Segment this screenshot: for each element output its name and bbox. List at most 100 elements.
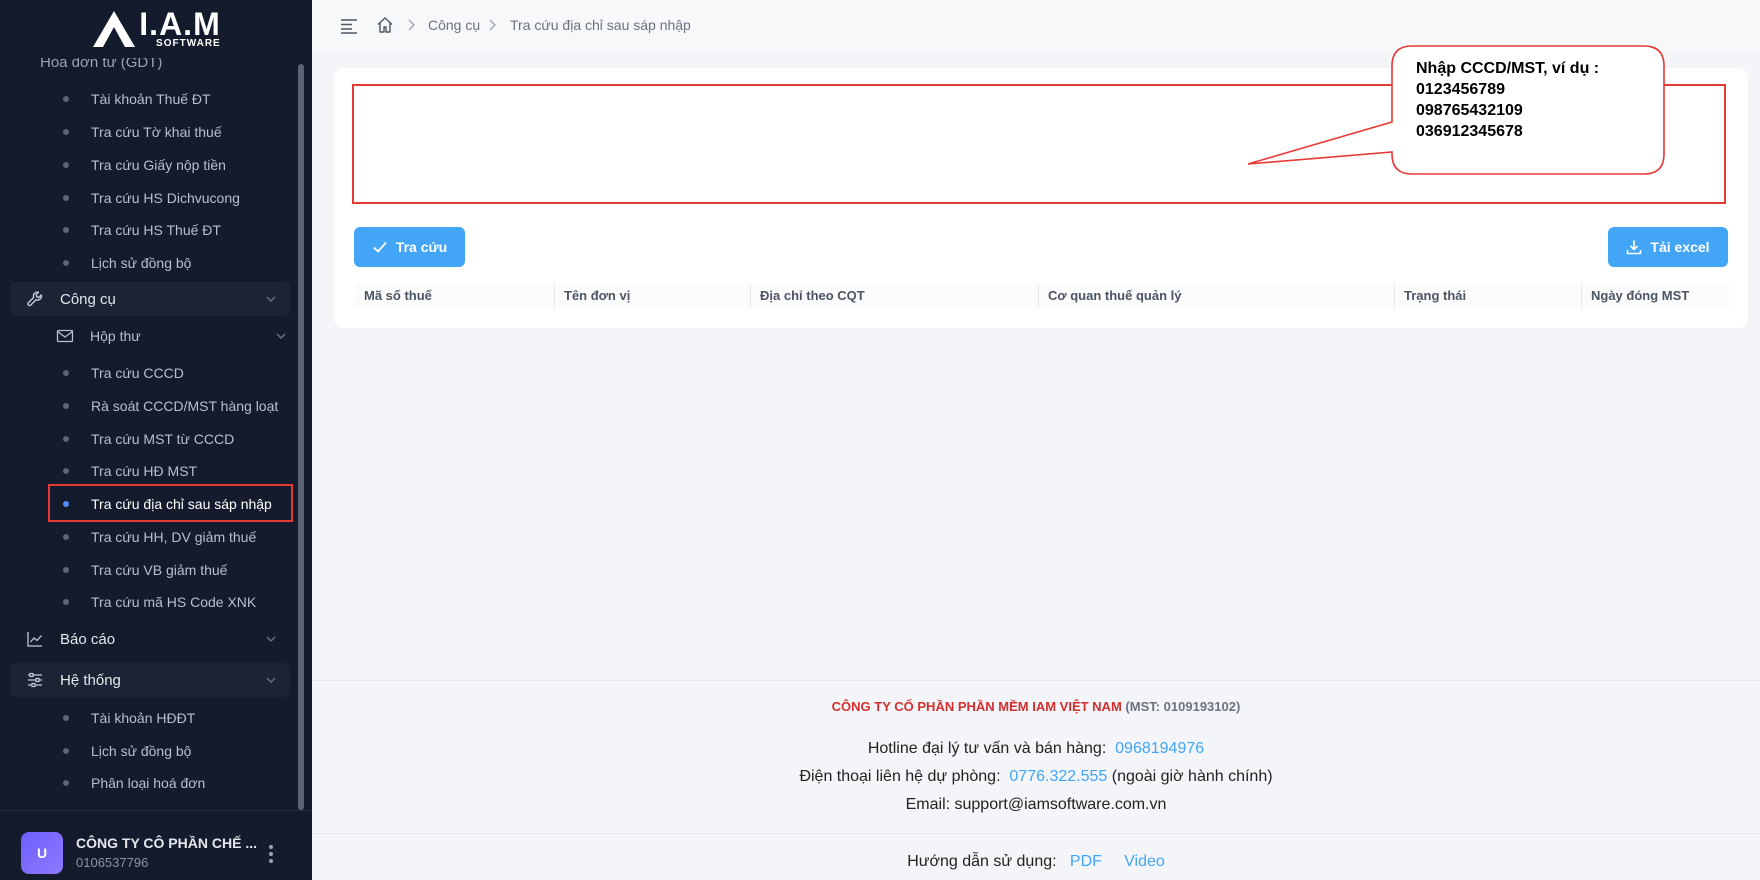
chevron-down-icon: [266, 636, 276, 642]
sidebar-item-mst-tu-cccd[interactable]: Tra cứu MST từ CCCD: [0, 424, 300, 454]
guide-label: Hướng dẫn sử dụng:: [907, 853, 1057, 870]
sidebar-group-he-thong[interactable]: Hệ thống: [10, 663, 290, 697]
footer-divider: [312, 833, 1760, 834]
sidebar-item-hs-dichvucong[interactable]: Tra cứu HS Dichvucong: [0, 183, 300, 213]
sidebar-item-hs-thue-dt[interactable]: Tra cứu HS Thuế ĐT: [0, 215, 300, 245]
mail-icon: [56, 329, 74, 343]
sidebar-scrollbar[interactable]: [298, 64, 304, 810]
column-header[interactable]: Cơ quan thuế quản lý: [1039, 283, 1395, 307]
bullet-icon: [63, 403, 69, 409]
backup-phone-link[interactable]: 0776.322.555: [1009, 768, 1107, 785]
sidebar-item-label: Rà soát CCCD/MST hàng loạt: [91, 398, 279, 414]
footer-backup-phone: Điện thoại liên hệ dự phòng: 0776.322.55…: [312, 768, 1760, 786]
sidebar-item-ra-soat-cccd-mst[interactable]: Rà soát CCCD/MST hàng loạt: [0, 391, 300, 421]
download-icon: [1627, 240, 1642, 255]
callout-line: Nhập CCCD/MST, ví dụ :: [1416, 60, 1600, 77]
check-icon: [373, 241, 387, 253]
callout-text: Nhập CCCD/MST, ví dụ : 0123456789 098765…: [1416, 58, 1599, 142]
column-header[interactable]: Địa chỉ theo CQT: [751, 283, 1039, 307]
chevron-right-icon: [408, 19, 415, 31]
sidebar-subgroup-hop-thu[interactable]: Hộp thư: [56, 321, 290, 351]
bullet-icon: [63, 96, 69, 102]
sidebar-item-label: Tra cứu MST từ CCCD: [91, 431, 235, 447]
download-excel-label: Tải excel: [1650, 239, 1710, 255]
hotline-link[interactable]: 0968194976: [1115, 740, 1204, 757]
sidebar-group-label: Công cụ: [60, 290, 116, 308]
sidebar-item-label: Tra cứu mã HS Code XNK: [91, 594, 257, 610]
wrench-icon: [27, 291, 43, 307]
company-name: CÔNG TY CỔ PHẦN PHẦN MỀM IAM VIỆT NAM: [831, 699, 1122, 714]
logo-subtext: SOFTWARE: [156, 37, 221, 49]
column-header[interactable]: Mã số thuế: [355, 283, 555, 307]
sidebar-item-hs-code-xnk[interactable]: Tra cứu mã HS Code XNK: [0, 587, 300, 617]
sliders-icon: [28, 672, 42, 688]
bullet-icon: [63, 227, 69, 233]
sidebar-item-label: Tra cứu Giấy nộp tiền: [91, 157, 226, 173]
bullet-icon: [63, 599, 69, 605]
sidebar-group-cong-cu[interactable]: Công cụ: [10, 282, 290, 316]
bullet-icon: [63, 260, 69, 266]
sidebar-item-lich-su-dong-bo-2[interactable]: Lịch sử đồng bộ: [0, 736, 300, 766]
callout-line: 0123456789: [1416, 81, 1505, 98]
chevron-down-icon: [276, 333, 286, 339]
home-icon[interactable]: [376, 16, 394, 34]
bullet-icon: [63, 370, 69, 376]
sidebar-group-label: Báo cáo: [60, 630, 116, 648]
logo-mark-icon: [93, 11, 136, 47]
column-header[interactable]: Tên đơn vị: [555, 283, 751, 307]
search-button[interactable]: Tra cứu: [354, 227, 465, 267]
top-header: Công cụ Tra cứu địa chỉ sau sáp nhập: [312, 0, 1760, 52]
bullet-icon: [63, 468, 69, 474]
more-vertical-icon[interactable]: [262, 843, 280, 865]
bullet-icon: [63, 567, 69, 573]
sidebar-item-tai-khoan-hddt[interactable]: Tài khoản HĐĐT: [0, 703, 300, 733]
chevron-down-icon: [266, 296, 276, 302]
sidebar-subgroup-label: Hộp thư: [90, 328, 141, 344]
menu-toggle-icon[interactable]: [340, 18, 358, 34]
sidebar-item-label: Lịch sử đồng bộ: [91, 743, 192, 759]
guide-video-link[interactable]: Video: [1124, 853, 1165, 870]
sidebar-item-hh-dv-giam-thue[interactable]: Tra cứu HH, DV giảm thuế: [0, 522, 300, 552]
guide-pdf-link[interactable]: PDF: [1070, 853, 1102, 870]
sidebar-item-label: Tra cứu HĐ MST: [91, 463, 198, 479]
chevron-right-icon: [489, 19, 496, 31]
user-profile[interactable]: U CÔNG TY CÔ PHẦN CHẾ ... 0106537796: [0, 810, 312, 880]
chevron-down-icon: [266, 677, 276, 683]
highlight-box: [48, 484, 293, 522]
sidebar-group-bao-cao[interactable]: Báo cáo: [10, 622, 290, 656]
search-button-label: Tra cứu: [395, 239, 448, 255]
footer-email[interactable]: Email: support@iamsoftware.com.vn: [312, 796, 1760, 814]
sidebar-item-hd-mst[interactable]: Tra cứu HĐ MST: [0, 456, 300, 486]
logo-text: I.A.M: [139, 5, 221, 42]
sidebar-item-tra-cuu-cccd[interactable]: Tra cứu CCCD: [0, 358, 300, 388]
footer-hotline: Hotline đại lý tư vấn và bán hàng: 09681…: [312, 740, 1760, 758]
sidebar-item-label: Phân loại hoá đơn: [91, 775, 206, 791]
column-header[interactable]: Ngày đóng MST: [1582, 283, 1729, 307]
company-mst: (MST: 0109193102): [1125, 699, 1241, 714]
sidebar-item-label: Tài khoản Thuế ĐT: [91, 91, 211, 107]
callout-line: 098765432109: [1416, 102, 1523, 119]
bullet-icon: [63, 748, 69, 754]
sidebar-item-lich-su-dong-bo[interactable]: Lịch sử đồng bộ: [0, 248, 300, 278]
sidebar-group-label: Hệ thống: [60, 671, 121, 689]
sidebar-item-tai-khoan-thue-dt[interactable]: Tài khoản Thuế ĐT: [0, 84, 300, 114]
user-mst: 0106537796: [76, 855, 149, 870]
sidebar-item-phan-loai-hoa-don[interactable]: Phân loại hoá đơn: [0, 768, 300, 798]
sidebar: Hóa đơn từ (GDT) Tài khoản Thuế ĐT Tra c…: [0, 0, 312, 880]
sidebar-item-vb-giam-thue[interactable]: Tra cứu VB giảm thuế: [0, 555, 300, 585]
user-company-name: CÔNG TY CÔ PHẦN CHẾ ...: [76, 835, 257, 851]
footer: CÔNG TY CỔ PHẦN PHẦN MỀM IAM VIỆT NAM (M…: [312, 680, 1760, 880]
bullet-icon: [63, 436, 69, 442]
bullet-icon: [63, 534, 69, 540]
app-logo[interactable]: I.A.M SOFTWARE: [0, 0, 312, 58]
footer-company: CÔNG TY CỔ PHẦN PHẦN MỀM IAM VIỆT NAM (M…: [312, 699, 1760, 714]
bullet-icon: [63, 715, 69, 721]
sidebar-item-label: Tài khoản HĐĐT: [91, 710, 196, 726]
download-excel-button[interactable]: Tải excel: [1608, 227, 1728, 267]
avatar: U: [21, 832, 63, 874]
sidebar-item-to-khai-thue[interactable]: Tra cứu Tờ khai thuế: [0, 117, 300, 147]
column-header[interactable]: Trạng thái: [1395, 283, 1582, 307]
breadcrumb-cong-cu[interactable]: Công cụ: [428, 17, 480, 33]
footer-guide: Hướng dẫn sử dụng: PDF Video: [312, 853, 1760, 871]
sidebar-item-giay-nop-tien[interactable]: Tra cứu Giấy nộp tiền: [0, 150, 300, 180]
